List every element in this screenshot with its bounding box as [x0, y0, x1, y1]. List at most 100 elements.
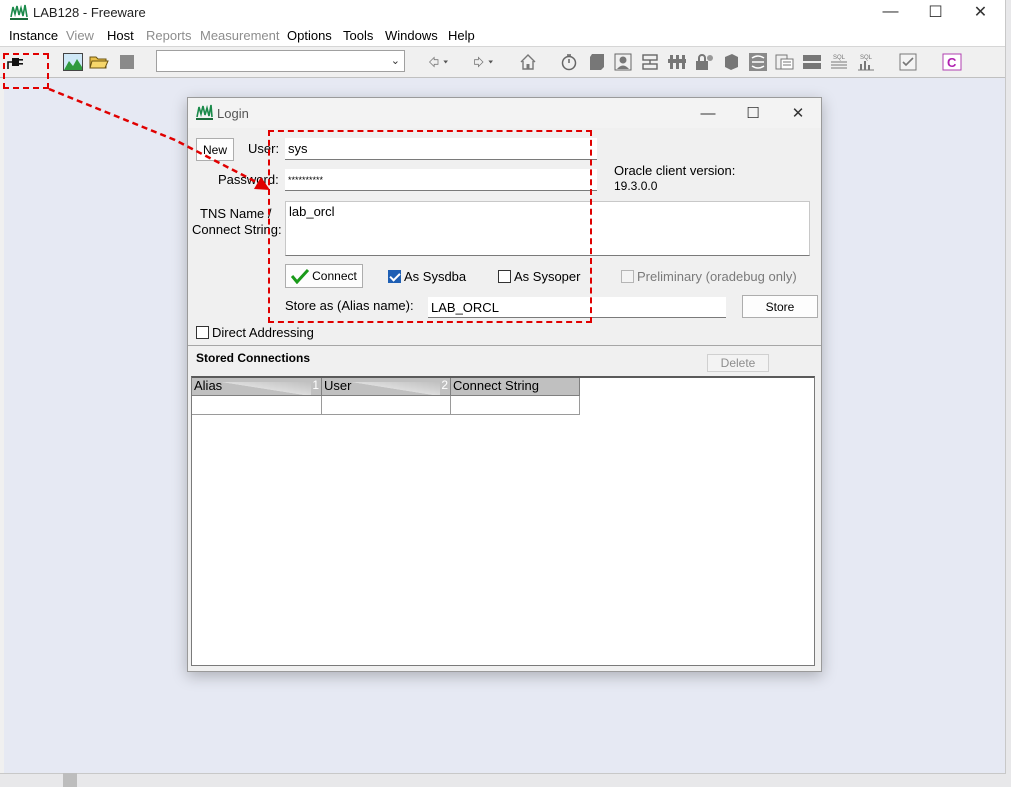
- back-button[interactable]: [428, 52, 448, 72]
- oracle-version-value: 19.3.0.0: [614, 179, 658, 193]
- menu-options-label: Options: [287, 28, 332, 43]
- grid-header-connect-string-label: Connect String: [453, 378, 539, 393]
- stopwatch-button[interactable]: [559, 52, 579, 72]
- grid-header-user-label: User: [324, 378, 352, 393]
- stored-connections-grid: Alias 1 User 2 Connect String: [191, 376, 815, 666]
- menu-view-label: View: [66, 28, 94, 43]
- dialog-title-bar: Login — ☐ ✕: [188, 98, 821, 128]
- svg-text:C: C: [947, 55, 957, 70]
- hierarchy-icon: [668, 55, 686, 69]
- layout-icon: [642, 54, 658, 70]
- grid-cell[interactable]: [192, 396, 322, 415]
- network-button[interactable]: [748, 52, 768, 72]
- preliminary-checkbox[interactable]: [621, 270, 634, 283]
- maximize-button[interactable]: ☐: [913, 0, 958, 24]
- lab128-logo-icon: [10, 4, 28, 20]
- instance-combo[interactable]: ⌄: [156, 50, 405, 72]
- menu-tools-label: Tools: [343, 28, 374, 43]
- dialog-minimize-button[interactable]: —: [688, 101, 728, 125]
- menu-bar: Instance View Host Reports Measurement O…: [0, 26, 1005, 47]
- taskbar-fragment: [63, 773, 77, 787]
- divider: [188, 345, 821, 346]
- stop-button[interactable]: [117, 52, 137, 72]
- dialog-title: Login: [217, 106, 249, 121]
- custom-button[interactable]: C: [942, 52, 962, 72]
- menu-host[interactable]: Host: [107, 28, 134, 43]
- lock-button[interactable]: [694, 52, 714, 72]
- grid-cell[interactable]: [322, 396, 451, 415]
- menu-help-label: Help: [448, 28, 475, 43]
- oracle-version-label: Oracle client version:: [614, 163, 736, 178]
- home-button[interactable]: [518, 52, 538, 72]
- open-folder-button[interactable]: [89, 52, 109, 72]
- sql-chart-button[interactable]: SQL: [856, 52, 876, 72]
- user-button[interactable]: [613, 52, 633, 72]
- lab128-logo-icon: [196, 104, 213, 120]
- locks-button[interactable]: [667, 52, 687, 72]
- toolbar: ⌄ SQL SQL C: [0, 47, 1005, 78]
- grid-header-alias[interactable]: Alias 1: [192, 378, 322, 396]
- menu-view[interactable]: View: [66, 28, 94, 43]
- dialog-maximize-button[interactable]: ☐: [733, 101, 773, 125]
- checklist-button[interactable]: [898, 52, 918, 72]
- delete-button[interactable]: Delete: [707, 354, 769, 372]
- menu-reports-label: Reports: [146, 28, 192, 43]
- chart-button[interactable]: [63, 52, 83, 72]
- layout-button[interactable]: [640, 52, 660, 72]
- preliminary-label: Preliminary (oradebug only): [637, 269, 797, 284]
- new-button[interactable]: New: [196, 138, 234, 161]
- direct-addressing-checkbox[interactable]: [196, 326, 209, 339]
- stopwatch-icon: [561, 54, 577, 71]
- forward-button[interactable]: [473, 52, 493, 72]
- menu-measurement-label: Measurement: [200, 28, 280, 43]
- grid-header-user[interactable]: User 2: [322, 378, 451, 396]
- chevron-down-icon: ⌄: [390, 55, 400, 67]
- dialog-close-button[interactable]: ✕: [778, 101, 818, 125]
- sessions-button[interactable]: [587, 52, 607, 72]
- close-button[interactable]: ✕: [958, 0, 1003, 24]
- user-portrait-icon: [614, 53, 632, 71]
- stored-connections-title: Stored Connections: [196, 351, 311, 365]
- landscape-chart-icon: [63, 53, 83, 71]
- menu-reports[interactable]: Reports: [146, 28, 192, 43]
- grid-button[interactable]: [802, 52, 822, 72]
- stop-square-icon: [120, 55, 134, 69]
- top-sql-button[interactable]: [775, 52, 795, 72]
- annotation-box-plug: [3, 53, 49, 89]
- svg-text:SQL: SQL: [833, 55, 846, 61]
- annotation-box-login-fields: [268, 130, 592, 323]
- sql-lines-icon: SQL: [831, 55, 847, 69]
- menu-windows-label: Windows: [385, 28, 438, 43]
- grid-icon: [803, 55, 821, 69]
- storage-icon: [725, 54, 738, 70]
- open-folder-icon: [89, 56, 109, 69]
- tns-label-line1: TNS Name /: [200, 206, 272, 221]
- svg-text:SQL: SQL: [860, 55, 873, 61]
- menu-instance[interactable]: Instance: [9, 28, 58, 43]
- sort-indicator: [222, 382, 311, 395]
- sessions-icon: [590, 54, 604, 70]
- menu-measurement[interactable]: Measurement: [200, 28, 279, 43]
- custom-c-icon: C: [942, 53, 962, 71]
- sort-indicator: [352, 382, 440, 395]
- sql-chart-icon: SQL: [858, 55, 874, 71]
- grid-header-alias-sort-number: 1: [312, 378, 319, 392]
- grid-cell[interactable]: [451, 396, 580, 415]
- back-arrow-icon: [428, 56, 448, 68]
- grid-header-connect-string[interactable]: Connect String: [451, 378, 580, 396]
- title-bar: LAB128 - Freeware — ☐ ✕: [0, 0, 1005, 26]
- menu-help[interactable]: Help: [448, 28, 475, 43]
- forward-arrow-icon: [474, 56, 493, 68]
- sql-stack-icon: [775, 54, 794, 70]
- grid-header-alias-label: Alias: [194, 378, 223, 393]
- menu-instance-label: Instance: [9, 28, 59, 43]
- menu-options[interactable]: Options: [287, 28, 332, 43]
- minimize-button[interactable]: —: [868, 0, 913, 24]
- lock-icon: [696, 54, 713, 70]
- menu-tools[interactable]: Tools: [343, 28, 373, 43]
- sql-button[interactable]: SQL: [829, 52, 849, 72]
- store-button[interactable]: Store: [742, 295, 818, 318]
- storage-button[interactable]: [721, 52, 741, 72]
- menu-windows[interactable]: Windows: [385, 28, 438, 43]
- grid-header-user-sort-number: 2: [441, 378, 448, 392]
